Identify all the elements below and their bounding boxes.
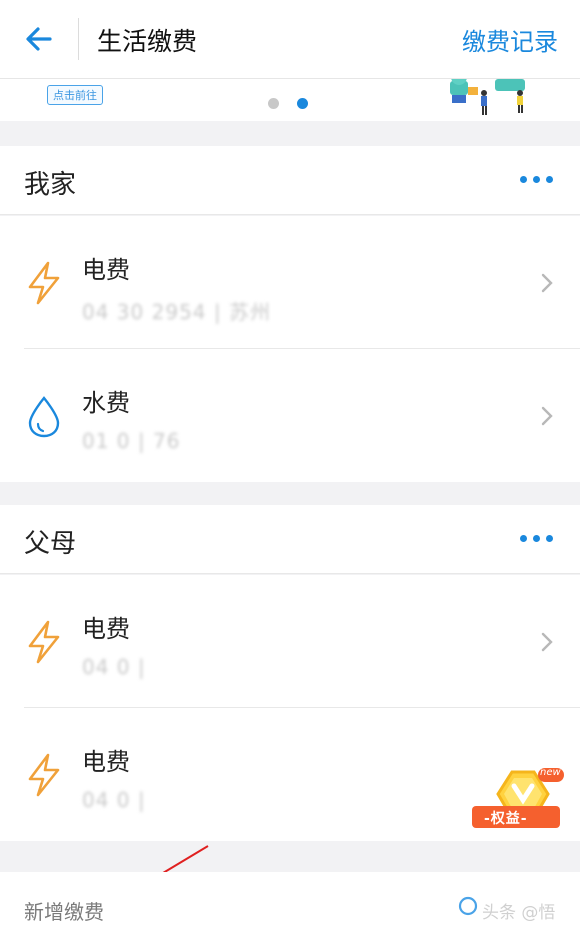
bill-account-number: 04 30 2954 | 苏州 [82,300,271,324]
watermark-logo-icon [458,896,478,916]
top-bar: 生活缴费 缴费记录 [0,0,580,79]
bill-name: 水费 [82,389,130,417]
chevron-right-icon [541,406,553,426]
bill-account-number: 04 0 | [82,655,146,679]
rights-badge-button[interactable]: new -权益- [468,766,568,846]
group-title: 父母 [24,529,77,559]
bill-item[interactable]: 电费 04 0 | [0,575,580,708]
lightning-icon [28,620,60,664]
banner-illustration-icon [450,79,525,115]
lightning-icon [28,261,60,305]
water-drop-icon [28,396,60,438]
lightning-icon [28,753,60,797]
bill-account-number: 01 0 | 76 [82,429,181,453]
chevron-right-icon [541,632,553,652]
page-title: 生活缴费 [97,27,198,56]
header-divider [78,18,79,60]
back-arrow-icon[interactable] [20,20,60,60]
group-header-wojia: 我家 [0,146,580,215]
group-title: 我家 [24,170,77,200]
more-options-icon[interactable] [520,176,554,186]
banner-go-button[interactable]: 点击前往 [47,85,103,105]
payment-records-link[interactable]: 缴费记录 [462,22,558,57]
watermark-text: 头条 @悟 [482,903,556,923]
bill-name: 电费 [82,748,130,776]
more-options-icon[interactable] [520,535,554,545]
add-payment-button[interactable]: 新增缴费 [24,896,104,925]
bill-account-number: 04 0 | [82,788,146,812]
bill-name: 电费 [82,615,130,643]
bill-item[interactable]: 电费 04 30 2954 | 苏州 [0,216,580,349]
badge-new-tag: new [540,767,561,778]
badge-label: -权益- [484,811,528,827]
group-header-fumu: 父母 [0,505,580,574]
carousel-dot-1[interactable] [268,98,279,109]
bill-item[interactable]: 水费 01 0 | 76 [0,349,580,482]
bill-name: 电费 [82,256,130,284]
rights-badge-icon [472,768,564,828]
chevron-right-icon [541,273,553,293]
promo-banner[interactable]: 点击前往 [0,79,580,121]
footer-bar: 新增缴费 头条 @悟 [0,872,580,935]
carousel-dot-2-active[interactable] [297,98,308,109]
